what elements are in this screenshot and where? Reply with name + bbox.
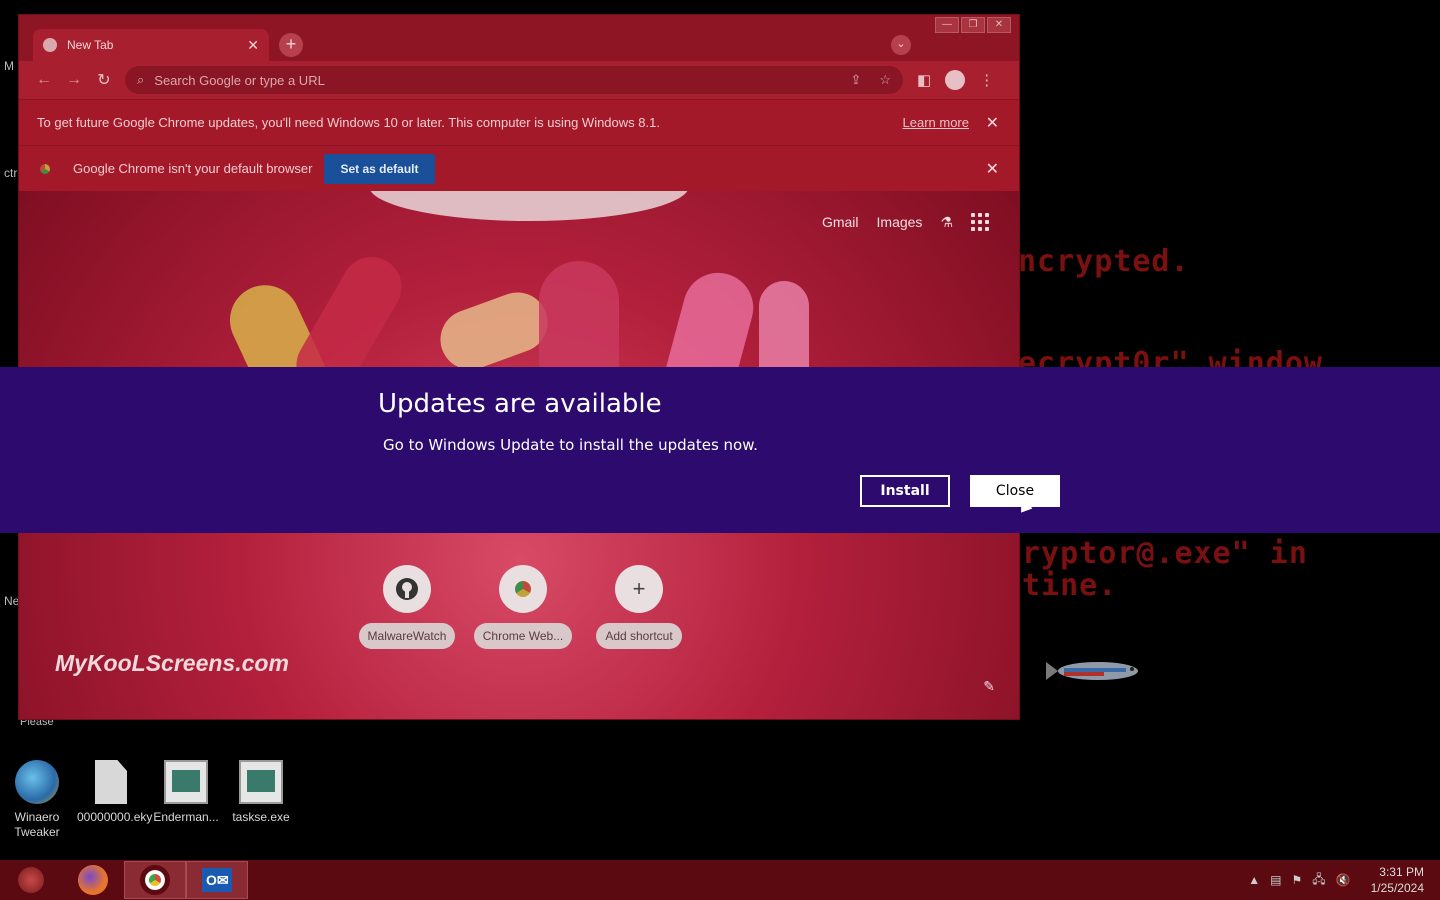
tab-title: New Tab [67,38,114,52]
tab-close-icon[interactable]: ✕ [247,37,259,54]
show-hidden-icons-icon[interactable]: ▲ [1248,873,1260,887]
banner-title: Updates are available [378,389,662,419]
infobar-close-icon[interactable]: ✕ [986,113,999,133]
profile-avatar-icon[interactable] [945,70,966,90]
infobar-default-browser: Google Chrome isn't your default browser… [19,145,1019,191]
file-icon [95,760,127,804]
plus-icon: + [615,565,663,613]
terminal-text-3: ryptor@.exe" in [1022,536,1308,571]
shortcut-label: MalwareWatch [358,623,456,649]
menu-kebab-icon[interactable]: ⋮ [979,71,994,89]
install-button[interactable]: Install [860,475,950,507]
desktop-fragment-ctr: ctr [4,166,18,180]
executable-icon [164,760,208,804]
set-as-default-button[interactable]: Set as default [324,153,435,184]
desktop-icon-label: 00000000.eky [77,810,153,824]
clock-date: 1/25/2024 [1370,881,1424,895]
search-icon: ⌕ [137,72,145,87]
apps-grid-icon[interactable] [971,213,989,231]
executable-icon [239,760,283,804]
omnibox[interactable]: ⌕ Search Google or type a URL ⇪ ☆ [125,66,903,94]
omnibox-placeholder: Search Google or type a URL [154,72,325,88]
shortcut-label: Chrome Web... [473,623,573,649]
images-link[interactable]: Images [877,214,923,230]
github-icon [383,565,431,613]
fish-image [1046,656,1146,686]
desktop-icon-taskse[interactable]: taskse.exe [227,760,295,825]
winaero-icon [15,760,59,804]
watermark-text: MyKooLScreens.com [55,650,289,676]
flag-icon[interactable]: ⚑ [1292,873,1303,887]
banner-message: Go to Windows Update to install the upda… [383,436,758,454]
update-banner: Updates are available Go to Windows Upda… [0,367,1440,533]
clock[interactable]: 3:31 PM 1/25/2024 [1371,864,1424,896]
desktop-icon-label: Enderman... [153,810,219,824]
clock-time: 3:31 PM [1379,865,1424,879]
shortcut-add[interactable]: + Add shortcut [587,565,691,649]
desktop-fragment-m: M [4,59,14,73]
start-orb-icon [18,867,44,893]
reload-icon[interactable]: ↻ [89,70,119,90]
chrome-logo-icon [37,160,53,177]
tab-new-tab[interactable]: New Tab ✕ [33,29,269,61]
share-icon[interactable]: ⇪ [850,72,861,88]
shortcut-chrome-web-store[interactable]: Chrome Web... [471,565,575,649]
learn-more-link[interactable]: Learn more [903,115,969,130]
tab-strip: New Tab ✕ + ⌄ [19,15,1019,61]
volume-muted-icon[interactable]: 🔇 [1336,873,1351,887]
taskbar-chrome[interactable] [124,861,186,899]
taskbar: O✉ ▲ ▤ ⚑ 🖧 🔇 3:31 PM 1/25/2024 [0,860,1440,900]
gmail-link[interactable]: Gmail [822,214,859,230]
outlook-icon: O✉ [202,868,232,892]
infobar-default-text: Google Chrome isn't your default browser [73,161,313,176]
desktop-icon-enderman[interactable]: Enderman... [152,760,220,825]
desktop-icon-label: Winaero Tweaker [14,810,60,839]
taskbar-firefox[interactable] [62,861,124,899]
chrome-favicon-icon [43,38,57,52]
system-tray: ▲ ▤ ⚑ 🖧 🔇 3:31 PM 1/25/2024 [1248,864,1440,896]
desktop-icon-label: taskse.exe [232,810,290,824]
chrome-web-store-icon [499,565,547,613]
terminal-text-4: tine. [1022,568,1118,603]
chrome-icon [140,865,170,895]
tab-search-icon[interactable]: ⌄ [891,35,911,55]
desktop-icon-winaero[interactable]: Winaero Tweaker [3,760,71,840]
ntp-header-links: Gmail Images ⚗ [822,213,989,231]
shortcut-label: Add shortcut [596,623,682,649]
toolbar: ← → ↻ ⌕ Search Google or type a URL ⇪ ☆ … [19,61,1019,99]
action-center-icon[interactable]: ▤ [1270,873,1281,887]
background-decoration [369,191,689,221]
back-icon[interactable]: ← [29,71,59,89]
forward-icon[interactable]: → [59,71,89,89]
new-tab-button[interactable]: + [279,33,303,57]
close-button[interactable]: Close [970,475,1060,507]
background-decoration [432,283,556,379]
bookmark-star-icon[interactable]: ☆ [879,72,891,88]
shortcut-tiles: MalwareWatch Chrome Web... + Add shortcu… [355,565,691,649]
infobar-update-text: To get future Google Chrome updates, you… [37,115,660,130]
network-icon[interactable]: 🖧 [1312,870,1325,891]
side-panel-icon[interactable]: ◧ [917,71,931,89]
infobar-default-close-icon[interactable]: ✕ [986,159,999,179]
terminal-text-1: ncrypted. [1018,244,1190,279]
infobar-update-warning: To get future Google Chrome updates, you… [19,99,1019,145]
customize-pencil-icon[interactable]: ✎ [983,678,995,695]
start-button[interactable] [0,861,62,899]
desktop-icon-eky-file[interactable]: 00000000.eky [77,760,152,825]
taskbar-outlook[interactable]: O✉ [186,861,248,899]
shortcut-malwarewatch[interactable]: MalwareWatch [355,565,459,649]
labs-flask-icon[interactable]: ⚗ [940,214,953,231]
firefox-icon [78,865,108,895]
